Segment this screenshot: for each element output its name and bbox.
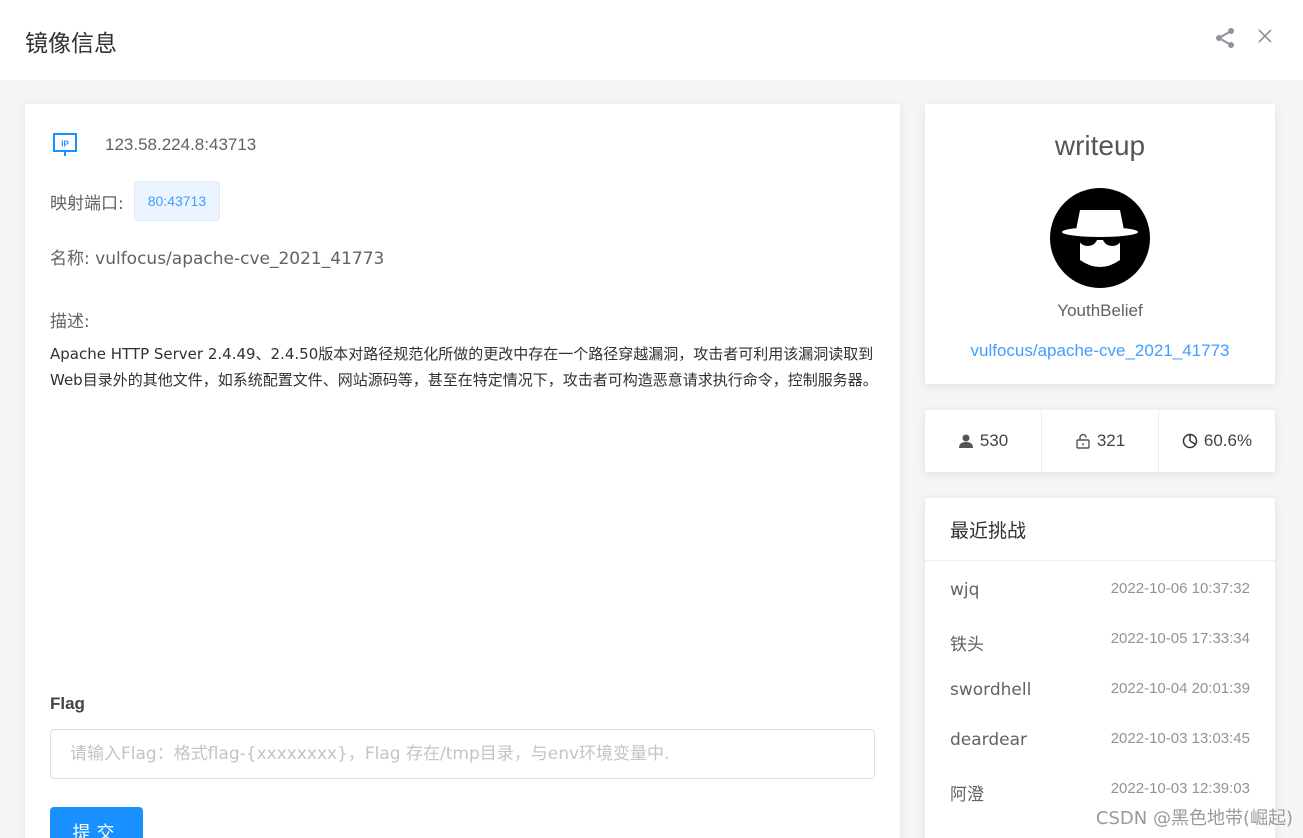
recent-user: swordhell [950, 680, 1032, 700]
watermark: CSDN @黑色地带(崛起) [1095, 808, 1293, 829]
description-label: 描述: [50, 312, 90, 332]
recent-list: wjq 2022-10-06 10:37:32 铁头 2022-10-05 17… [925, 580, 1275, 830]
recent-user: deardear [950, 730, 1028, 750]
stat-unlocked: 321 [1042, 410, 1159, 472]
recent-user: 阿澄 [950, 785, 984, 805]
ip-address: 123.58.224.8:43713 [105, 135, 257, 154]
writeup-link[interactable]: vulfocus/apache-cve_2021_41773 [925, 341, 1275, 361]
stat-users-value: 530 [979, 431, 1009, 450]
recent-user: wjq [950, 580, 980, 600]
user-icon [958, 434, 973, 448]
svg-text:IP: IP [61, 140, 69, 149]
close-icon[interactable] [1256, 27, 1274, 45]
dialog-body: IP 123.58.224.8:43713 映射端口: 80:43713 名称:… [0, 80, 1303, 838]
pie-chart-icon [1182, 433, 1198, 449]
hacker-avatar-icon [1050, 188, 1150, 288]
recent-challenges-card: 最近挑战 wjq 2022-10-06 10:37:32 铁头 2022-10-… [925, 498, 1275, 838]
writeup-author: YouthBelief [1057, 301, 1143, 320]
image-name: 名称: vulfocus/apache-cve_2021_41773 [50, 249, 385, 269]
ip-icon: IP [53, 133, 77, 156]
recent-user: 铁头 [950, 635, 984, 655]
description-text: Apache HTTP Server 2.4.49、2.4.50版本对路径规范化… [50, 345, 878, 389]
port-label: 映射端口: [50, 193, 124, 214]
unlock-icon [1076, 433, 1090, 449]
recent-time: 2022-10-05 17:33:34 [1110, 630, 1250, 647]
flag-input[interactable] [50, 729, 875, 779]
recent-time: 2022-10-03 13:03:45 [1110, 730, 1250, 747]
dialog-title: 镜像信息 [25, 31, 117, 57]
writeup-card: writeup YouthBelief vulfocus/apache-cve_… [925, 104, 1275, 384]
stat-rate-value: 60.6% [1203, 431, 1253, 450]
writeup-title: writeup [1054, 130, 1146, 161]
list-item: 铁头 2022-10-05 17:33:34 [925, 630, 1275, 680]
recent-time: 2022-10-04 20:01:39 [1110, 680, 1250, 697]
port-tag: 80:43713 [133, 181, 221, 221]
stat-rate: 60.6% [1159, 410, 1275, 472]
stats-card: 530 321 60.6% [925, 410, 1275, 472]
recent-title: 最近挑战 [950, 520, 1027, 542]
ip-row: IP 123.58.224.8:43713 [52, 132, 256, 158]
stat-unlocked-value: 321 [1096, 431, 1126, 450]
recent-time: 2022-10-03 12:39:03 [1110, 780, 1250, 797]
image-info-card: IP 123.58.224.8:43713 映射端口: 80:43713 名称:… [25, 104, 900, 838]
stat-users: 530 [925, 410, 1042, 472]
share-icon[interactable] [1213, 26, 1237, 50]
recent-time: 2022-10-06 10:37:32 [1110, 580, 1250, 597]
list-item: deardear 2022-10-03 13:03:45 [925, 730, 1275, 780]
port-row: 映射端口: 80:43713 [50, 181, 221, 221]
list-item: wjq 2022-10-06 10:37:32 [925, 580, 1275, 630]
flag-label: Flag [50, 694, 85, 713]
submit-button[interactable]: 提交 [50, 807, 143, 838]
divider [925, 560, 1275, 561]
list-item: swordhell 2022-10-04 20:01:39 [925, 680, 1275, 730]
dialog-header: 镜像信息 [0, 0, 1303, 80]
